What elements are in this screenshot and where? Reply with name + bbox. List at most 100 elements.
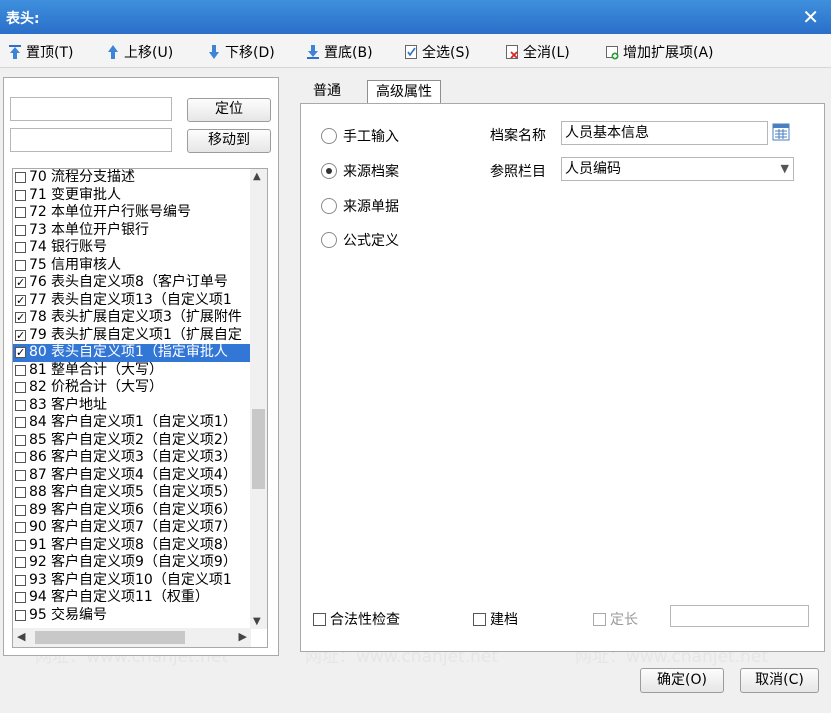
scroll-right-icon[interactable]: ▶ (239, 630, 247, 643)
deselect-all-label: 全消(L) (523, 45, 570, 61)
item-number: 93 (29, 571, 47, 588)
move-bottom-button[interactable]: 置底(B) (306, 41, 373, 63)
list-item[interactable]: ✓ 79 表头扩展自定义项1（扩展自定 (13, 327, 251, 345)
locate-input[interactable] (10, 97, 172, 121)
create-archive-checkbox[interactable]: 建档 (473, 609, 518, 629)
item-number: 72 (29, 204, 47, 220)
close-icon[interactable]: ✕ (802, 5, 819, 29)
item-checkbox[interactable]: ✓ (15, 294, 26, 306)
item-checkbox[interactable] (15, 364, 26, 376)
item-checkbox[interactable] (15, 557, 26, 569)
list-item[interactable]: 92 客户自定义项9（自定义项9） (13, 554, 251, 572)
item-label: 表头扩展自定义项3（扩展附件 (51, 309, 242, 325)
field-list-items: 70 流程分支描述 71 变更审批人 72 本单位开户行账号编号 73 本单位开户银行 74 银行… (13, 169, 251, 629)
item-checkbox[interactable] (15, 242, 26, 254)
item-checkbox[interactable] (15, 434, 26, 446)
scroll-left-icon[interactable]: ◀ (17, 630, 25, 643)
list-item[interactable]: 85 客户自定义项2（自定义项2） (13, 432, 251, 450)
deselect-all-button[interactable]: 全消(L) (505, 41, 570, 63)
move-to-input[interactable] (10, 128, 172, 152)
item-checkbox[interactable] (15, 469, 26, 481)
list-item[interactable]: ✓ 77 表头自定义项13（自定义项1 (13, 292, 251, 310)
add-item-icon (606, 46, 619, 60)
reference-grid-icon[interactable] (772, 123, 790, 141)
item-checkbox[interactable] (15, 539, 26, 551)
hscroll-thumb[interactable] (35, 631, 185, 644)
item-checkbox[interactable] (15, 259, 26, 271)
list-item[interactable]: 87 客户自定义项4（自定义项4） (13, 467, 251, 485)
list-item[interactable]: 70 流程分支描述 (13, 169, 251, 187)
reference-column-value: 人员编码 (565, 161, 621, 177)
move-down-button[interactable]: 下移(D) (207, 41, 275, 63)
list-item[interactable]: 88 客户自定义项5（自定义项5） (13, 484, 251, 502)
list-item[interactable]: 82 价税合计（大写） (13, 379, 251, 397)
list-item[interactable]: 93 客户自定义项10（自定义项1 (13, 572, 251, 590)
list-item[interactable]: ✓ 78 表头扩展自定义项3（扩展附件 (13, 309, 251, 327)
item-checkbox[interactable]: ✓ (15, 312, 26, 324)
fixed-length-input[interactable] (670, 605, 809, 627)
scroll-down-icon[interactable]: ▼ (253, 616, 261, 627)
item-checkbox[interactable] (15, 504, 26, 516)
item-checkbox[interactable]: ✓ (15, 277, 26, 289)
list-item[interactable]: 83 客户地址 (13, 397, 251, 415)
list-item[interactable]: 75 信用审核人 (13, 257, 251, 275)
list-item[interactable]: 81 整单合计（大写） (13, 362, 251, 380)
archive-name-field[interactable]: 人员基本信息 (561, 121, 768, 145)
item-checkbox[interactable]: ✓ (15, 329, 26, 341)
radio-formula-label: 公式定义 (343, 233, 399, 249)
list-item[interactable]: 89 客户自定义项6（自定义项6） (13, 502, 251, 520)
horizontal-scrollbar[interactable]: ◀ ▶ (13, 628, 251, 647)
move-top-button[interactable]: 置顶(T) (8, 41, 73, 63)
list-item[interactable]: 90 客户自定义项7（自定义项7） (13, 519, 251, 537)
item-checkbox[interactable]: ✓ (15, 347, 26, 359)
list-item[interactable]: 94 客户自定义项11（权重） (13, 589, 251, 607)
select-all-button[interactable]: 全选(S) (404, 41, 470, 63)
fixed-length-checkbox[interactable]: 定长 (593, 609, 638, 629)
item-checkbox[interactable] (15, 487, 26, 499)
list-item[interactable]: 95 交易编号 (13, 607, 251, 625)
item-checkbox[interactable] (15, 592, 26, 604)
chevron-down-icon[interactable]: ▼ (781, 158, 789, 180)
item-checkbox[interactable] (15, 189, 26, 201)
item-label: 客户自定义项4（自定义项4） (51, 466, 237, 483)
list-item[interactable]: 74 银行账号 (13, 239, 251, 257)
scrollbar-thumb[interactable] (252, 409, 265, 489)
scroll-up-icon[interactable]: ▲ (253, 171, 261, 182)
item-checkbox[interactable] (15, 452, 26, 464)
item-number: 87 (29, 466, 47, 483)
cancel-button[interactable]: 取消(C) (740, 668, 819, 693)
move-up-button[interactable]: 上移(U) (106, 41, 173, 63)
list-item[interactable]: ✓ 80 表头自定义项1（指定审批人 (13, 344, 251, 362)
tab-advanced[interactable]: 高级属性 (367, 80, 441, 104)
item-checkbox[interactable] (15, 399, 26, 411)
radio-manual[interactable]: 手工输入 (321, 126, 399, 146)
list-item[interactable]: 86 客户自定义项3（自定义项3） (13, 449, 251, 467)
list-item[interactable]: 73 本单位开户银行 (13, 222, 251, 240)
radio-formula[interactable]: 公式定义 (321, 230, 399, 250)
item-checkbox[interactable] (15, 522, 26, 534)
move-to-button[interactable]: 移动到 (187, 129, 271, 153)
item-checkbox[interactable] (15, 382, 26, 394)
list-item[interactable]: 72 本单位开户行账号编号 (13, 204, 251, 222)
list-item[interactable]: 71 变更审批人 (13, 187, 251, 205)
item-checkbox[interactable] (15, 574, 26, 586)
tab-normal[interactable]: 普通 (305, 80, 349, 104)
radio-source-doc[interactable]: 来源单据 (321, 196, 399, 216)
locate-button[interactable]: 定位 (187, 98, 271, 122)
add-extension-button[interactable]: 增加扩展项(A) (605, 41, 714, 63)
list-item[interactable]: 84 客户自定义项1（自定义项1） (13, 414, 251, 432)
validity-check-checkbox[interactable]: 合法性检查 (313, 609, 400, 629)
item-label: 客户自定义项11（权重） (51, 589, 209, 605)
item-checkbox[interactable] (15, 609, 26, 621)
reference-column-select[interactable]: 人员编码 ▼ (561, 157, 794, 181)
arrow-up-icon (108, 45, 118, 59)
list-item[interactable]: ✓ 76 表头自定义项8（客户订单号 (13, 274, 251, 292)
list-item[interactable]: 91 客户自定义项8（自定义项8） (13, 537, 251, 555)
item-checkbox[interactable] (15, 417, 26, 429)
ok-button[interactable]: 确定(O) (640, 668, 724, 693)
vertical-scrollbar[interactable]: ▲ ▼ (250, 169, 267, 629)
item-checkbox[interactable] (15, 224, 26, 236)
item-checkbox[interactable] (15, 172, 26, 184)
radio-source-archive[interactable]: 来源档案 (321, 161, 399, 181)
item-checkbox[interactable] (15, 207, 26, 219)
